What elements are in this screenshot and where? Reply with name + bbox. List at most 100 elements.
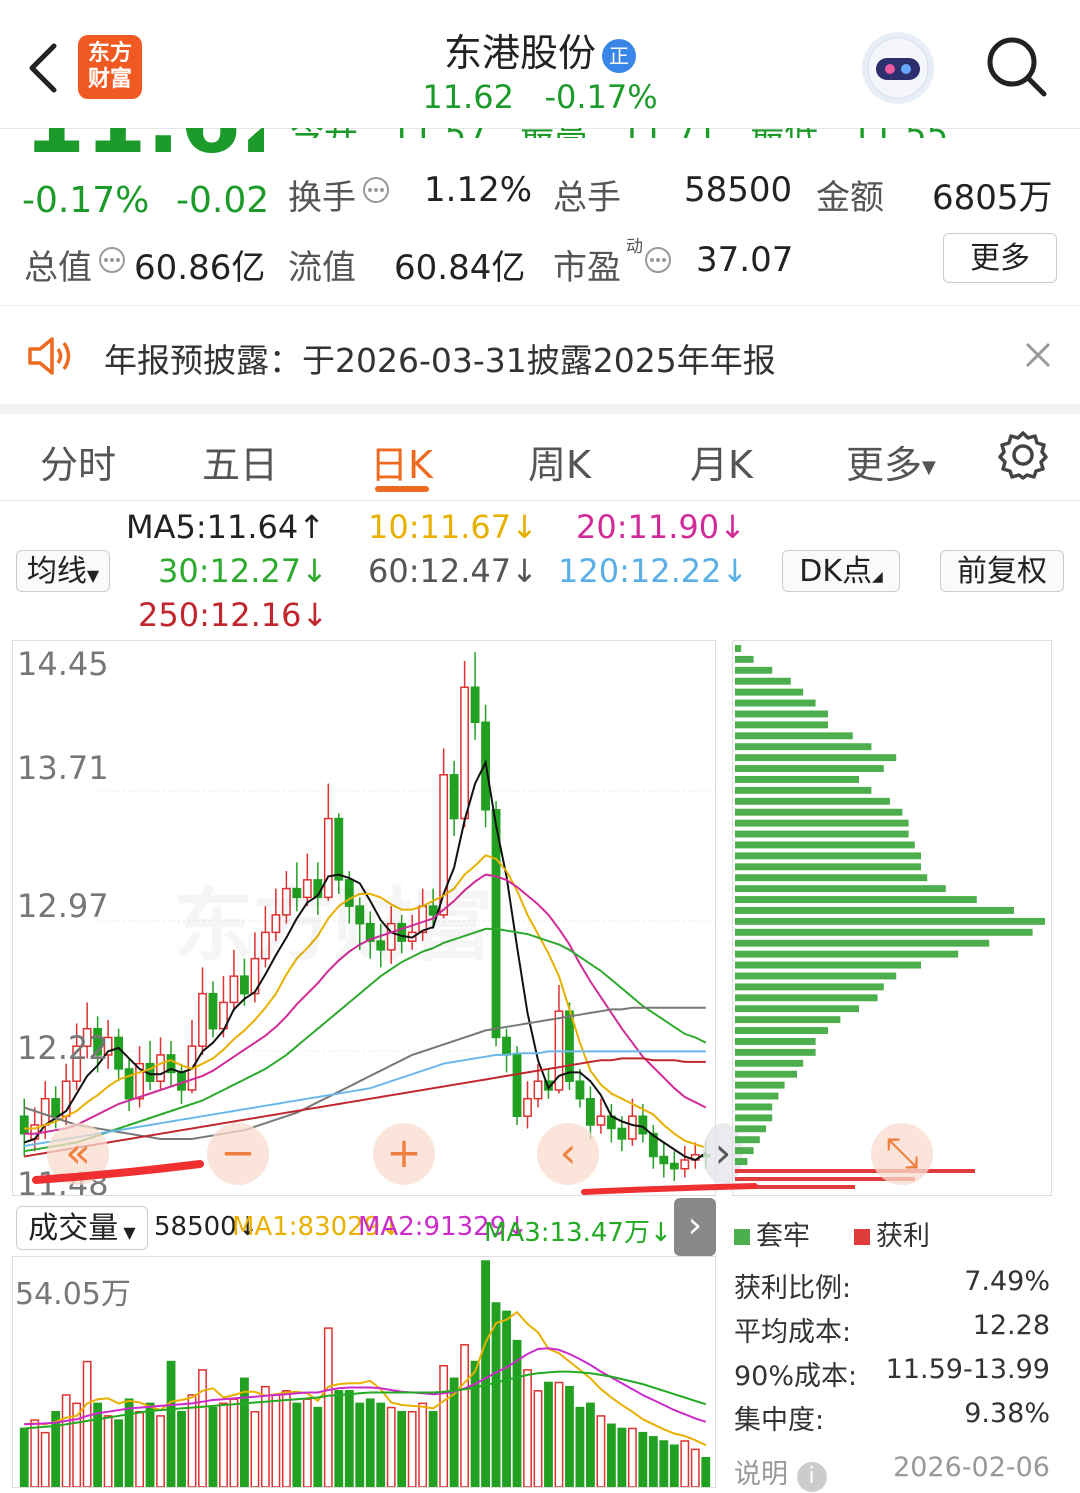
y-label-4: 12.22 [17, 1029, 109, 1067]
pe-value: 37.07 [696, 240, 794, 280]
big-price: 11.62 [24, 128, 264, 166]
chip-bar [735, 928, 1033, 936]
info-icon: i [796, 1462, 827, 1492]
chip-bar [735, 950, 959, 958]
chip-bar [735, 830, 909, 838]
volume-indicator-dropdown[interactable]: 成交量 ▼ [16, 1206, 148, 1250]
chip-bar [735, 961, 921, 969]
chip-bar [735, 1038, 816, 1045]
volume-bar [680, 1440, 690, 1487]
float-label: 流值 [288, 248, 356, 288]
tab-intraday[interactable]: 分时 [40, 434, 116, 489]
volume-bar [575, 1406, 585, 1487]
candle [40, 1081, 50, 1139]
volume-bar [302, 1398, 312, 1487]
volume-bar [638, 1431, 648, 1487]
volume-bar [586, 1402, 595, 1487]
chip-bar [735, 688, 804, 696]
assistant-avatar[interactable] [862, 32, 934, 104]
chip-distribution[interactable]: ⤡ [732, 640, 1052, 1196]
adjust-price-button[interactable]: 前复权 [940, 550, 1064, 592]
chip-date: 2026-02-06 [893, 1452, 1050, 1483]
volume-bar [198, 1369, 207, 1487]
volume-bar [271, 1394, 281, 1487]
volume-bar [323, 1327, 333, 1487]
candle [460, 661, 470, 828]
search-icon[interactable] [984, 34, 1048, 98]
more-button[interactable]: 更多 [943, 233, 1057, 283]
candle [208, 981, 218, 1038]
chip-canvas [735, 645, 1045, 1189]
volume-bar [428, 1410, 438, 1487]
volume-bar [166, 1360, 176, 1487]
change-pct: -0.17% [22, 180, 150, 221]
volume-bar [145, 1402, 155, 1487]
tab-five-day[interactable]: 五日 [202, 434, 278, 489]
chip-bar [735, 939, 990, 947]
cost90-value: 11.59-13.99 [885, 1354, 1050, 1385]
chip-bar [735, 885, 946, 893]
kline-chart[interactable]: 东方财富 14.45 13.71 12.97 12.22 11.48 « − +… [12, 640, 743, 1196]
pe-label: 市盈 [553, 248, 621, 288]
volume-value: 58500 [684, 170, 793, 210]
profit-ratio-value: 7.49% [964, 1266, 1050, 1297]
header-price: 11.62 [422, 78, 514, 116]
amount-label: 金额 [816, 178, 884, 218]
ma20-label: 20:11.90↓ [576, 508, 746, 546]
notice-bar[interactable]: 年报预披露：于2026-03-31披露2025年年报 [0, 306, 1080, 404]
info-icon[interactable] [362, 176, 390, 208]
volume-bar [606, 1423, 616, 1487]
ma-type-dropdown[interactable]: 均线▼ [16, 550, 110, 592]
volume-bar [502, 1310, 511, 1487]
volume-bar [177, 1410, 186, 1487]
chip-bar [735, 917, 1045, 925]
chip-bar [735, 666, 773, 674]
expand-icon[interactable]: ⤡ [871, 1123, 933, 1185]
turnover-value: 1.12% [424, 170, 533, 210]
volume-bar [386, 1406, 396, 1487]
chip-bar [735, 1136, 760, 1144]
volume-bar [491, 1302, 501, 1487]
chip-bar [735, 710, 828, 718]
volume-bar [135, 1410, 144, 1487]
info-icon[interactable] [98, 246, 126, 278]
chip-bar [735, 732, 853, 740]
volume-bar [470, 1360, 480, 1487]
robot-icon [867, 37, 929, 99]
tab-monthly-k[interactable]: 月K [690, 434, 753, 489]
chip-bar [735, 1081, 785, 1089]
volume-bar [240, 1377, 249, 1487]
volume-bar [544, 1381, 553, 1487]
watermark: 东方财富 [173, 861, 493, 977]
volume-bar [114, 1419, 124, 1487]
top-bar: 东方财富 东港股份正 11.62 -0.17% [0, 0, 1080, 129]
close-icon[interactable] [1024, 341, 1052, 369]
chip-bar [735, 1005, 859, 1013]
chip-bar [735, 797, 890, 805]
volume-chart[interactable]: 54.05万 [12, 1256, 716, 1488]
chip-bar [735, 776, 859, 783]
volume-bar [648, 1436, 658, 1487]
tab-more[interactable]: 更多▼ [846, 434, 936, 489]
volume-bar [460, 1344, 470, 1487]
chip-bar [735, 655, 754, 663]
volume-bar [523, 1369, 532, 1487]
note-link[interactable]: 说明 i [734, 1452, 827, 1492]
dk-point-button[interactable]: DK点◢ [782, 550, 900, 592]
info-icon[interactable] [644, 246, 672, 278]
expand-arrow-icon[interactable]: › [674, 1198, 716, 1256]
profit-ratio-label: 获利比例: [734, 1273, 852, 1304]
volume-bar [281, 1390, 291, 1487]
candle [502, 1028, 511, 1073]
volume-bar [669, 1444, 679, 1487]
chip-bar [735, 819, 909, 827]
tab-daily-k[interactable]: 日K [370, 434, 433, 489]
chip-bar [735, 972, 897, 980]
chip-bar [735, 907, 1014, 914]
volume-bar [93, 1402, 103, 1487]
change-amount: -0.02 [176, 180, 270, 221]
volume-max-label: 54.05万 [15, 1277, 131, 1312]
tab-weekly-k[interactable]: 周K [528, 434, 591, 489]
settings-gear-icon[interactable] [998, 430, 1048, 480]
pe-sup: 动 [626, 237, 643, 257]
